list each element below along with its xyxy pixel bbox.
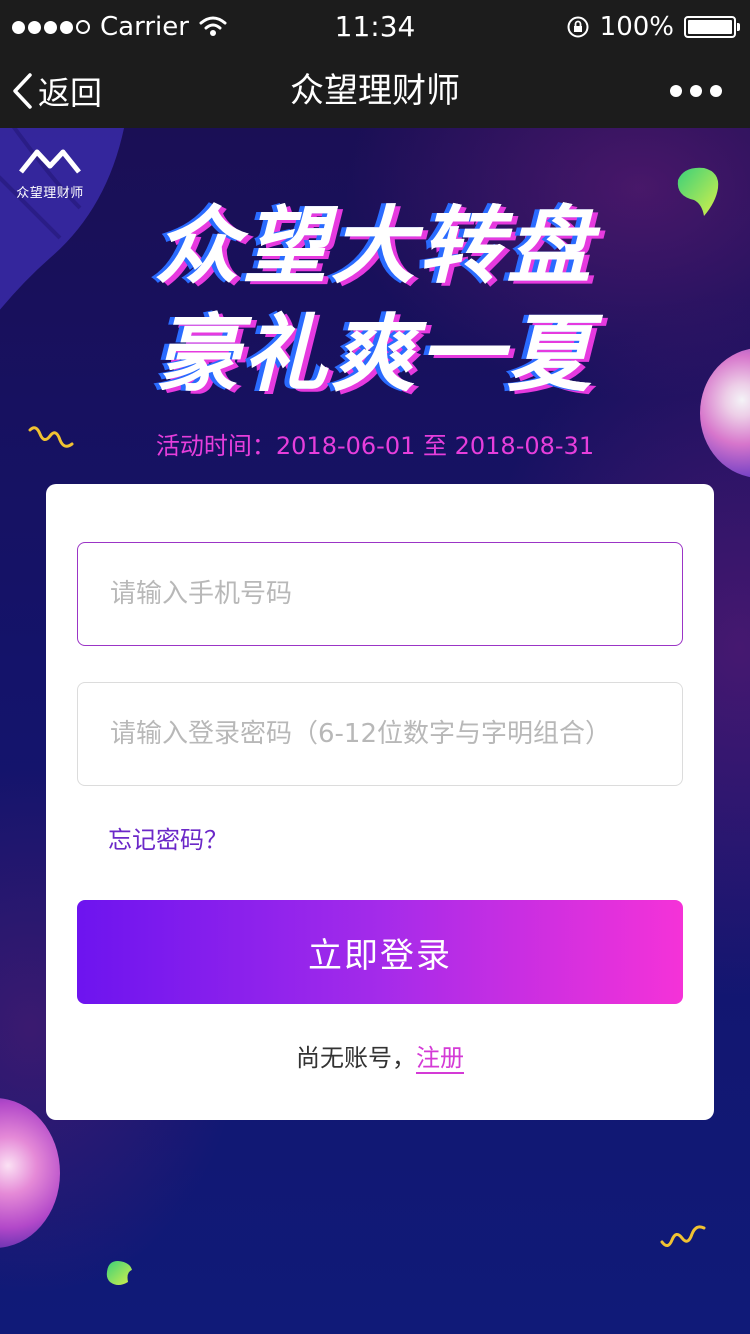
more-dot: [690, 85, 702, 97]
headline-line-1: 众望大转盘: [154, 197, 595, 295]
more-menu-button[interactable]: [670, 54, 722, 128]
battery-icon: [684, 16, 740, 38]
promo-headline: 众望大转盘 豪礼爽一夏: [0, 192, 750, 408]
event-time: 活动时间：2018-06-01 至 2018-08-31: [155, 432, 595, 460]
no-account-text: 尚无账号，: [296, 1044, 416, 1072]
password-input[interactable]: [108, 718, 652, 750]
login-card: 忘记密码？ 立即登录 尚无账号，注册: [46, 484, 714, 1120]
green-dot-decoration: [106, 1261, 132, 1285]
page-title: 众望理财师: [290, 71, 460, 111]
password-field[interactable]: [77, 682, 683, 786]
rotation-lock-icon: [567, 16, 589, 38]
battery-percent: 100%: [599, 12, 674, 42]
phone-input[interactable]: [108, 578, 652, 610]
status-bar: Carrier 11:34 100%: [0, 0, 750, 54]
register-row: 尚无账号，注册: [46, 1038, 714, 1073]
status-right: 100%: [566, 0, 740, 54]
phone-field[interactable]: [77, 542, 683, 646]
more-dot: [670, 85, 682, 97]
hero-background: 众望理财师 众望大转盘 豪礼爽一夏 活动时间：2018-06-01 至 2018…: [0, 128, 750, 1334]
sphere-decoration-left: [0, 1098, 60, 1248]
headline-line-2: 豪礼爽一夏: [154, 305, 595, 403]
nav-bar: 返回 众望理财师: [0, 54, 750, 128]
squiggle-decoration-right: [660, 1225, 706, 1247]
register-link[interactable]: 注册: [416, 1044, 464, 1072]
forgot-password-link[interactable]: 忘记密码？: [108, 820, 228, 855]
brand-logo-icon: [19, 149, 81, 174]
more-dot: [710, 85, 722, 97]
login-button[interactable]: 立即登录: [77, 900, 683, 1004]
